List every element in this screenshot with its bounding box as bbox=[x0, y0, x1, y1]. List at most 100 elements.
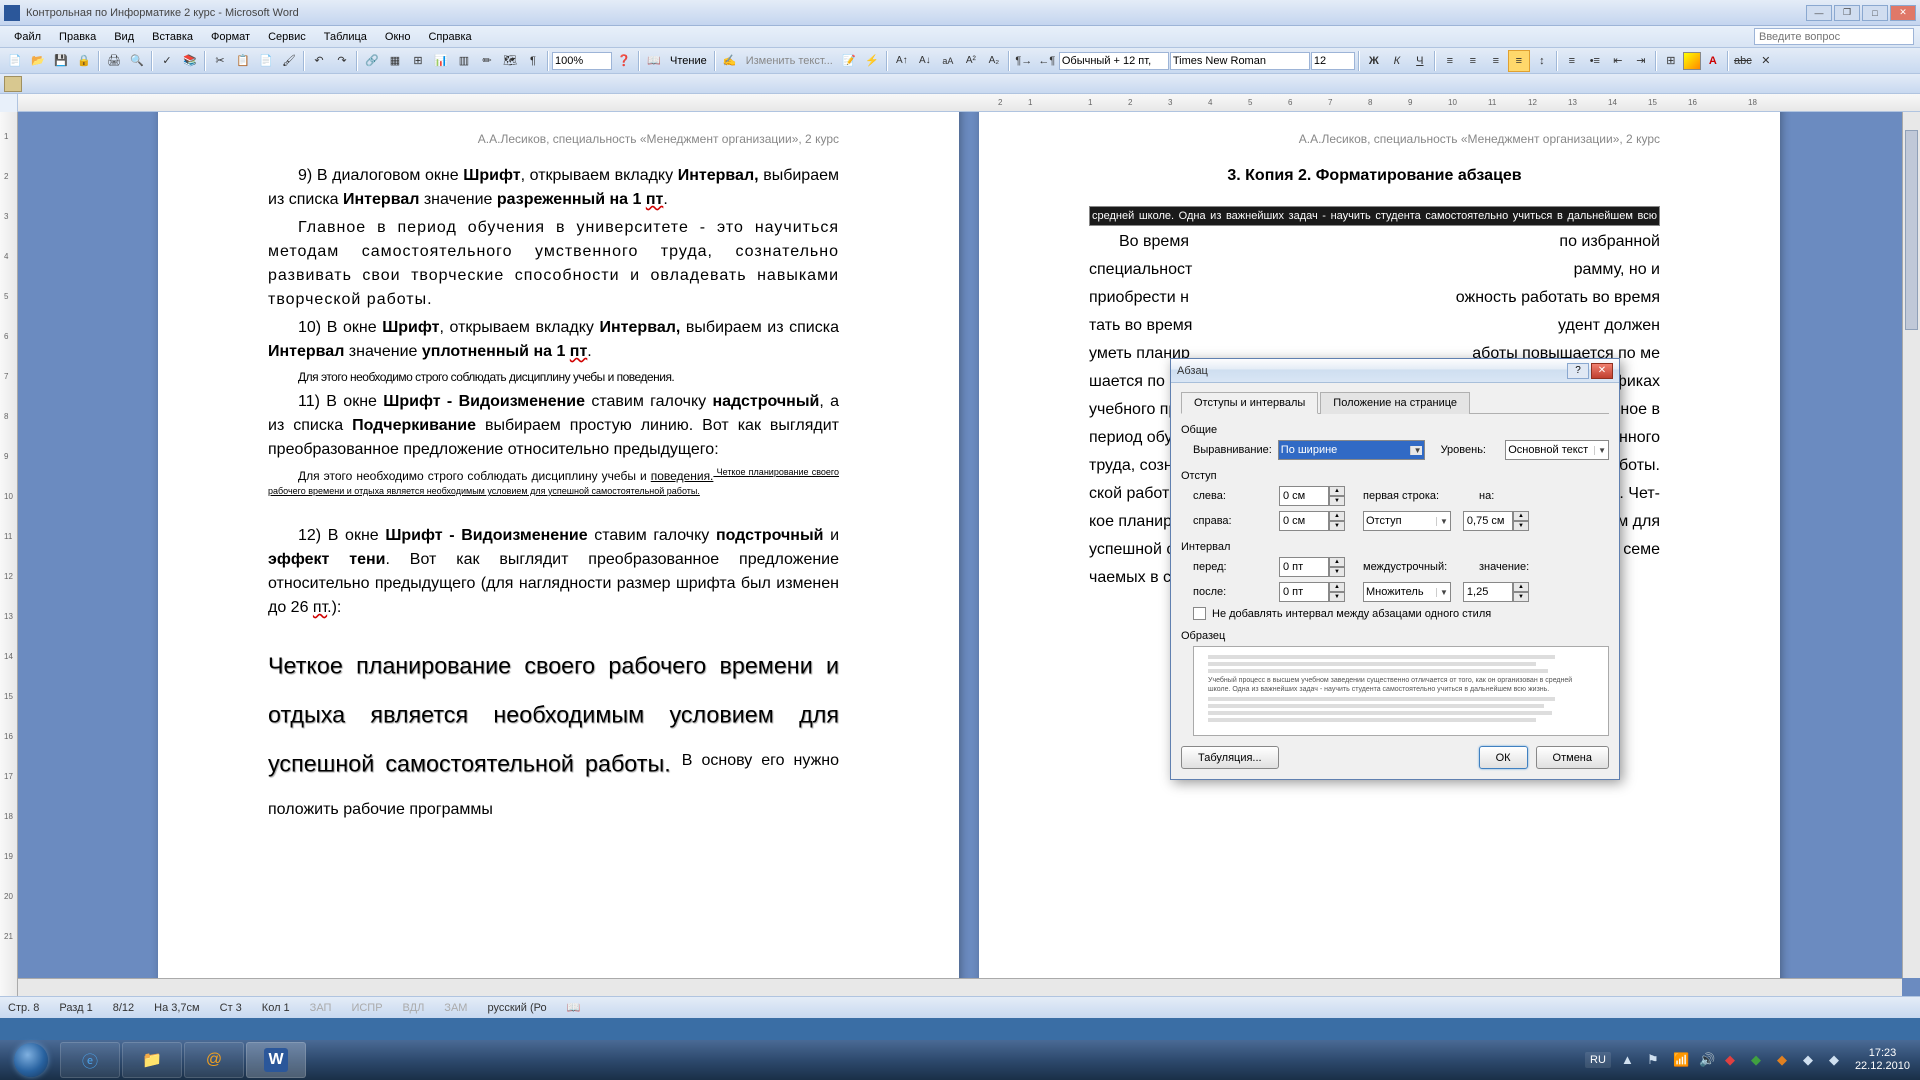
status-spellcheck-icon[interactable]: 📖 bbox=[567, 1001, 581, 1014]
cancel-button[interactable]: Отмена bbox=[1536, 746, 1609, 769]
tray-volume-icon[interactable]: 🔊 bbox=[1699, 1052, 1715, 1068]
document-page-left[interactable]: А.А.Лесиков, специальность «Менеджмент о… bbox=[158, 112, 959, 978]
status-extend[interactable]: ВДЛ bbox=[403, 1002, 425, 1014]
paste-icon[interactable]: 📄 bbox=[255, 50, 277, 72]
menu-format[interactable]: Формат bbox=[203, 29, 258, 45]
menu-view[interactable]: Вид bbox=[106, 29, 142, 45]
open-icon[interactable]: 📂 bbox=[27, 50, 49, 72]
taskbar-clock[interactable]: 17:2322.12.2010 bbox=[1855, 1047, 1910, 1073]
research-icon[interactable]: 📚 bbox=[179, 50, 201, 72]
save-icon[interactable]: 💾 bbox=[50, 50, 72, 72]
dialog-close-button[interactable]: ✕ bbox=[1591, 363, 1613, 379]
status-language[interactable]: русский (Ро bbox=[487, 1002, 546, 1014]
horizontal-ruler[interactable]: 2 1 1 2 3 4 5 6 7 8 9 10 11 12 13 14 15 … bbox=[0, 94, 1920, 112]
menu-table[interactable]: Таблица bbox=[316, 29, 375, 45]
dialog-titlebar[interactable]: Абзац ? ✕ bbox=[1171, 359, 1619, 383]
underline-icon[interactable]: Ч bbox=[1409, 50, 1431, 72]
insert-table-icon[interactable]: ⊞ bbox=[407, 50, 429, 72]
hyperlink-icon[interactable]: 🔗 bbox=[361, 50, 383, 72]
horizontal-scrollbar[interactable] bbox=[18, 978, 1902, 996]
tray-app1-icon[interactable]: ◆ bbox=[1725, 1052, 1741, 1068]
line-spacing-selector[interactable]: Множитель▼ bbox=[1363, 582, 1451, 602]
restore-button[interactable]: ❐ bbox=[1834, 5, 1860, 21]
close-button[interactable]: ✕ bbox=[1890, 5, 1916, 21]
tray-app3-icon[interactable]: ◆ bbox=[1777, 1052, 1793, 1068]
tray-app4-icon[interactable]: ◆ bbox=[1803, 1052, 1819, 1068]
align-center-icon[interactable]: ≡ bbox=[1462, 50, 1484, 72]
strikethrough-icon[interactable]: abc bbox=[1732, 50, 1754, 72]
numbered-list-icon[interactable]: ≡ bbox=[1561, 50, 1583, 72]
status-record[interactable]: ЗАП bbox=[310, 1002, 332, 1014]
alignment-selector[interactable]: По ширине▼ bbox=[1278, 440, 1425, 460]
format-painter-icon[interactable]: 🖌 bbox=[278, 50, 300, 72]
autotext-icon[interactable]: 📝 bbox=[838, 50, 860, 72]
italic-icon[interactable]: К bbox=[1386, 50, 1408, 72]
small-caps-icon[interactable]: aA bbox=[937, 50, 959, 72]
copy-icon[interactable]: 📋 bbox=[232, 50, 254, 72]
font-shrink-icon[interactable]: A↓ bbox=[914, 50, 936, 72]
ok-button[interactable]: ОК bbox=[1479, 746, 1528, 769]
tabs-button[interactable]: Табуляция... bbox=[1181, 746, 1279, 769]
left-indent-spinner[interactable]: ▲▼ bbox=[1279, 486, 1347, 506]
change-text-label[interactable]: Изменить текст... bbox=[742, 55, 837, 67]
tray-flag-icon[interactable]: ▲ bbox=[1621, 1052, 1637, 1068]
table-border-icon[interactable]: ▦ bbox=[384, 50, 406, 72]
minimize-button[interactable]: — bbox=[1806, 5, 1832, 21]
columns-icon[interactable]: ▥ bbox=[453, 50, 475, 72]
bold-icon[interactable]: Ж bbox=[1363, 50, 1385, 72]
undo-icon[interactable]: ↶ bbox=[308, 50, 330, 72]
align-justify-icon[interactable]: ≡ bbox=[1508, 50, 1530, 72]
ltr-icon[interactable]: ¶→ bbox=[1013, 50, 1035, 72]
rtl-icon[interactable]: ←¶ bbox=[1036, 50, 1058, 72]
decrease-indent-icon[interactable]: ⇤ bbox=[1607, 50, 1629, 72]
align-left-icon[interactable]: ≡ bbox=[1439, 50, 1461, 72]
tab-position[interactable]: Положение на странице bbox=[1320, 392, 1470, 414]
zoom-selector[interactable] bbox=[552, 52, 612, 70]
tray-app5-icon[interactable]: ◆ bbox=[1829, 1052, 1845, 1068]
doc-map-icon[interactable]: 🗺 bbox=[499, 50, 521, 72]
reading-label[interactable]: Чтение bbox=[666, 55, 711, 67]
help-icon[interactable]: ❓ bbox=[613, 50, 635, 72]
subscript-icon[interactable]: A₂ bbox=[983, 50, 1005, 72]
clear-formatting-icon[interactable]: ✕ bbox=[1755, 50, 1777, 72]
bullet-list-icon[interactable]: •≡ bbox=[1584, 50, 1606, 72]
menu-help[interactable]: Справка bbox=[420, 29, 479, 45]
preview-icon[interactable]: 🔍 bbox=[126, 50, 148, 72]
vertical-ruler[interactable]: 12 34 56 78 910 1112 1314 1516 1718 1920… bbox=[0, 112, 18, 996]
dialog-help-button[interactable]: ? bbox=[1567, 363, 1589, 379]
tab-indents[interactable]: Отступы и интервалы bbox=[1181, 392, 1318, 414]
help-search-input[interactable] bbox=[1754, 28, 1914, 45]
show-marks-icon[interactable]: ¶ bbox=[522, 50, 544, 72]
menu-tools[interactable]: Сервис bbox=[260, 29, 314, 45]
new-doc-icon[interactable]: 📄 bbox=[4, 50, 26, 72]
no-space-checkbox[interactable] bbox=[1193, 607, 1206, 620]
print-icon[interactable]: 🖨 bbox=[103, 50, 125, 72]
right-indent-spinner[interactable]: ▲▼ bbox=[1279, 511, 1347, 531]
superscript-icon[interactable]: A² bbox=[960, 50, 982, 72]
maximize-button[interactable]: □ bbox=[1862, 5, 1888, 21]
after-spinner[interactable]: ▲▼ bbox=[1279, 582, 1347, 602]
style-selector[interactable] bbox=[1059, 52, 1169, 70]
font-grow-icon[interactable]: A↑ bbox=[891, 50, 913, 72]
line-spacing-icon[interactable]: ↕ bbox=[1531, 50, 1553, 72]
level-selector[interactable]: Основной текст▼ bbox=[1505, 440, 1609, 460]
line-spacing-value-spinner[interactable]: ▲▼ bbox=[1463, 582, 1531, 602]
reading-layout-icon[interactable]: 📖 bbox=[643, 50, 665, 72]
first-line-value-spinner[interactable]: ▲▼ bbox=[1463, 511, 1531, 531]
toolbar-grip-icon[interactable] bbox=[4, 76, 22, 92]
align-right-icon[interactable]: ≡ bbox=[1485, 50, 1507, 72]
taskbar-word[interactable]: W bbox=[246, 1042, 306, 1078]
excel-icon[interactable]: 📊 bbox=[430, 50, 452, 72]
language-indicator[interactable]: RU bbox=[1585, 1052, 1611, 1068]
status-trackchanges[interactable]: ИСПР bbox=[351, 1002, 382, 1014]
redo-icon[interactable]: ↷ bbox=[331, 50, 353, 72]
vertical-scrollbar[interactable] bbox=[1902, 112, 1920, 978]
font-selector[interactable] bbox=[1170, 52, 1310, 70]
cut-icon[interactable]: ✂ bbox=[209, 50, 231, 72]
menu-file[interactable]: Файл bbox=[6, 29, 49, 45]
menu-edit[interactable]: Правка bbox=[51, 29, 104, 45]
permissions-icon[interactable]: 🔒 bbox=[73, 50, 95, 72]
tray-action-center-icon[interactable]: ⚑ bbox=[1647, 1052, 1663, 1068]
first-line-selector[interactable]: Отступ▼ bbox=[1363, 511, 1451, 531]
tray-network-icon[interactable]: 📶 bbox=[1673, 1052, 1689, 1068]
